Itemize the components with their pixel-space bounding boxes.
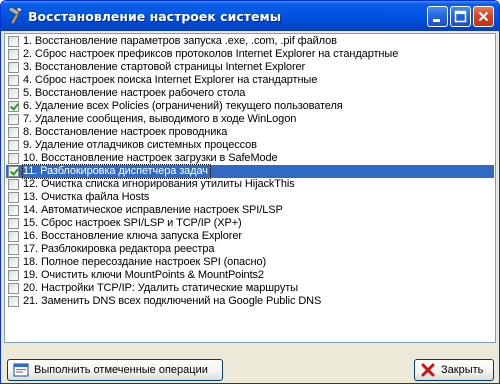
item-label: 21. Заменить DNS всех подключений на Goo…: [23, 295, 322, 307]
close-icon: [478, 11, 489, 22]
item-label: 6. Удаление всех Policies (ограничений) …: [23, 100, 343, 112]
checklist-item[interactable]: 6. Удаление всех Policies (ограничений) …: [6, 100, 494, 113]
item-checkbox[interactable]: [8, 244, 19, 255]
checklist-item[interactable]: 17. Разблокировка редактора реестра: [6, 243, 494, 256]
dialog-window: Восстановление настроек системы 1. Восст…: [0, 0, 500, 384]
item-label: 8. Восстановление настроек проводника: [23, 126, 228, 138]
item-label: 1. Восстановление параметров запуска .ex…: [23, 35, 337, 47]
checklist-item[interactable]: 2. Сброс настроек префиксов протоколов I…: [6, 48, 494, 61]
item-checkbox[interactable]: [8, 114, 19, 125]
item-label: 5. Восстановление настроек рабочего стол…: [23, 87, 246, 99]
item-checkbox[interactable]: [8, 218, 19, 229]
item-checkbox[interactable]: [8, 296, 19, 307]
item-label: 9. Удаление отладчиков системных процесс…: [23, 139, 257, 151]
checklist-item[interactable]: 21. Заменить DNS всех подключений на Goo…: [6, 295, 494, 308]
red-x-icon: [421, 363, 435, 377]
item-checkbox[interactable]: [8, 205, 19, 216]
item-label: 17. Разблокировка редактора реестра: [23, 243, 215, 255]
item-checkbox[interactable]: [8, 192, 19, 203]
item-checkbox[interactable]: [8, 127, 19, 138]
title-bar[interactable]: Восстановление настроек системы: [1, 1, 499, 31]
checklist-item[interactable]: 8. Восстановление настроек проводника: [6, 126, 494, 139]
item-label: 15. Сброс настроек SPI/LSP и TCP/IP (XP+…: [23, 217, 242, 229]
item-label: 14. Автоматическое исправление настроек …: [23, 204, 283, 216]
title-bar-buttons: [427, 6, 494, 27]
item-checkbox[interactable]: [8, 270, 19, 281]
checklist-item[interactable]: 10. Восстановление настроек загрузки в S…: [6, 152, 494, 165]
checklist-item[interactable]: 13. Очистка файла Hosts: [6, 191, 494, 204]
operations-checklist[interactable]: 1. Восстановление параметров запуска .ex…: [4, 33, 496, 343]
maximize-button[interactable]: [450, 6, 471, 27]
item-checkbox[interactable]: [8, 62, 19, 73]
item-checkbox[interactable]: [8, 283, 19, 294]
checklist-item[interactable]: 3. Восстановление стартовой страницы Int…: [6, 61, 494, 74]
item-label: 20. Настройки TCP/IP: Удалить статически…: [23, 282, 298, 294]
item-label: 16. Восстановление ключа запуска Explore…: [23, 230, 242, 242]
hammer-icon: [8, 8, 23, 24]
item-label: 3. Восстановление стартовой страницы Int…: [23, 61, 306, 73]
run-button-label: Выполнить отмеченные операции: [34, 364, 208, 376]
checklist-item[interactable]: 11. Разблокировка диспетчера задач: [6, 164, 494, 179]
item-label: 4. Сброс настроек поиска Internet Explor…: [23, 74, 318, 86]
checklist-item[interactable]: 7. Удаление сообщения, выводимого в ходе…: [6, 113, 494, 126]
item-checkbox[interactable]: [8, 101, 19, 112]
window-icon: [13, 363, 29, 377]
item-checkbox[interactable]: [8, 49, 19, 60]
close-button-label: Закрыть: [441, 364, 484, 376]
checklist-item[interactable]: 15. Сброс настроек SPI/LSP и TCP/IP (XP+…: [6, 217, 494, 230]
item-checkbox[interactable]: [8, 179, 19, 190]
item-label: 12. Очистка списка игнорирования утилиты…: [23, 178, 295, 190]
checklist-item[interactable]: 16. Восстановление ключа запуска Explore…: [6, 230, 494, 243]
checklist-item[interactable]: 5. Восстановление настроек рабочего стол…: [6, 87, 494, 100]
item-checkbox[interactable]: [8, 140, 19, 151]
item-checkbox[interactable]: [8, 36, 19, 47]
item-checkbox[interactable]: [8, 75, 19, 86]
item-label: 11. Разблокировка диспетчера задач: [22, 164, 211, 179]
item-checkbox[interactable]: [8, 231, 19, 242]
close-button[interactable]: Закрыть: [414, 359, 494, 381]
item-checkbox[interactable]: [8, 88, 19, 99]
minimize-icon: [433, 19, 440, 22]
item-checkbox[interactable]: [8, 153, 19, 164]
item-label: 2. Сброс настроек префиксов протоколов I…: [23, 48, 399, 60]
item-checkbox[interactable]: [8, 257, 19, 268]
item-label: 19. Очистить ключи MountPoints & MountPo…: [23, 269, 264, 281]
checklist-item[interactable]: 4. Сброс настроек поиска Internet Explor…: [6, 74, 494, 87]
checklist-item[interactable]: 1. Восстановление параметров запуска .ex…: [6, 35, 494, 48]
minimize-button[interactable]: [427, 6, 448, 27]
checklist-item[interactable]: 14. Автоматическое исправление настроек …: [6, 204, 494, 217]
maximize-icon: [454, 10, 467, 23]
checklist-item[interactable]: 9. Удаление отладчиков системных процесс…: [6, 139, 494, 152]
close-window-button[interactable]: [473, 6, 494, 27]
item-checkbox[interactable]: [8, 166, 19, 177]
checklist-item[interactable]: 19. Очистить ключи MountPoints & MountPo…: [6, 269, 494, 282]
item-label: 18. Полное пересоздание настроек SPI (оп…: [23, 256, 267, 268]
checklist-item[interactable]: 20. Настройки TCP/IP: Удалить статически…: [6, 282, 494, 295]
run-checked-operations-button[interactable]: Выполнить отмеченные операции: [7, 359, 223, 381]
window-title: Восстановление настроек системы: [28, 8, 282, 24]
item-label: 13. Очистка файла Hosts: [23, 191, 150, 203]
checklist-item[interactable]: 18. Полное пересоздание настроек SPI (оп…: [6, 256, 494, 269]
checklist-item[interactable]: 12. Очистка списка игнорирования утилиты…: [6, 178, 494, 191]
item-label: 7. Удаление сообщения, выводимого в ходе…: [23, 113, 297, 125]
item-label: 10. Восстановление настроек загрузки в S…: [23, 152, 278, 164]
